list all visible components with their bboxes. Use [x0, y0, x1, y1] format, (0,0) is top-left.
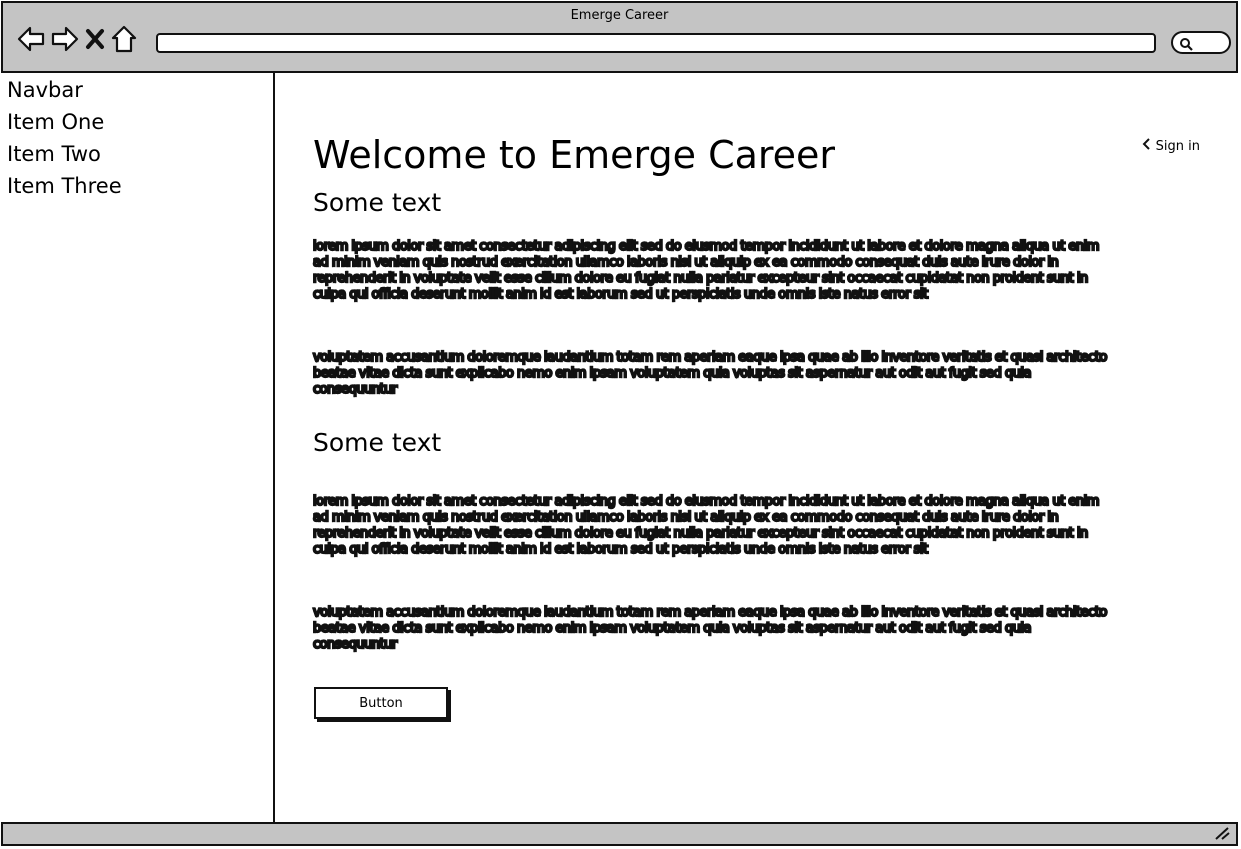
- window-title: Emerge Career: [570, 8, 669, 23]
- chevron-left-icon: [1142, 138, 1150, 154]
- section-paragraph: lorem ipsum dolor sit amet consectetur a…: [312, 493, 1108, 558]
- section-paragraph: voluptatem accusantium doloremque laudan…: [312, 604, 1109, 653]
- sidebar-item-three[interactable]: Item Three: [1, 170, 273, 202]
- home-icon[interactable]: [111, 25, 137, 53]
- resize-grip-icon[interactable]: [1214, 825, 1230, 844]
- search-input[interactable]: [1171, 31, 1231, 54]
- close-icon[interactable]: [85, 28, 105, 50]
- sidebar-item-two[interactable]: Item Two: [1, 138, 273, 170]
- status-bar: [1, 822, 1238, 846]
- page-title: Welcome to Emerge Career: [313, 133, 836, 177]
- sidebar-item-one[interactable]: Item One: [1, 106, 273, 138]
- sidebar: Navbar Item One Item Two Item Three: [1, 71, 275, 823]
- section-paragraph: lorem ipsum dolor sit amet consectetur a…: [312, 238, 1108, 303]
- sign-in-link[interactable]: Sign in: [1142, 138, 1200, 154]
- forward-arrow-icon[interactable]: [51, 26, 79, 52]
- navigation-controls: [17, 25, 137, 53]
- section-heading: Some text: [313, 188, 442, 217]
- main-content: Welcome to Emerge Career Sign in Some te…: [275, 71, 1238, 823]
- primary-button[interactable]: Button: [314, 687, 448, 719]
- back-arrow-icon[interactable]: [17, 26, 45, 52]
- address-bar[interactable]: [156, 33, 1156, 53]
- section-heading: Some text: [313, 428, 442, 457]
- sidebar-item-navbar: Navbar: [7, 78, 83, 102]
- sign-in-label: Sign in: [1155, 138, 1200, 154]
- section-paragraph: voluptatem accusantium doloremque laudan…: [312, 349, 1109, 398]
